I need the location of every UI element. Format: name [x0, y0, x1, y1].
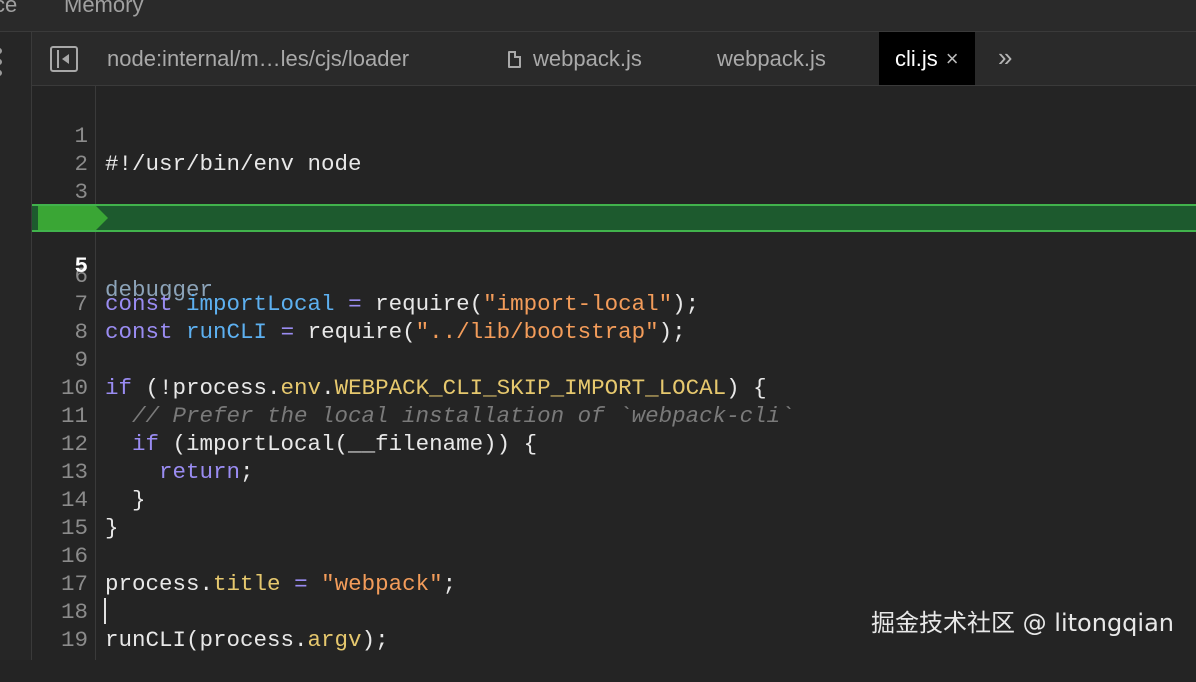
code-line: 17: [32, 542, 1196, 597]
code-line: 1 #!/usr/bin/env node: [32, 94, 1196, 177]
tab-label: webpack.js: [533, 46, 642, 71]
code-editor[interactable]: 1 #!/usr/bin/env node 2 3 "use strict"; …: [32, 86, 1196, 660]
editor-tab-bar: node:internal/m…les/cjs/loader webpack.j…: [32, 32, 1196, 86]
line-number[interactable]: 19: [32, 626, 88, 654]
code-line: 11 if (importLocal(__filename)) {: [32, 374, 1196, 457]
code-line: 15: [32, 486, 1196, 541]
line-code: runCLI(process.argv);: [105, 627, 389, 653]
code-line: 13 }: [32, 430, 1196, 513]
tab-label: cli.js: [895, 46, 938, 71]
code-line: 4: [32, 178, 1196, 233]
code-line: 6 const importLocal = require("import-lo…: [32, 234, 1196, 317]
panel-tab-partial[interactable]: ce: [0, 0, 17, 18]
code-line: 2: [32, 122, 1196, 177]
tab-webpack-js-2[interactable]: webpack.js: [717, 32, 826, 85]
tab-webpack-js-1[interactable]: webpack.js: [508, 32, 642, 85]
tab-overflow-icon[interactable]: »: [998, 32, 1012, 85]
breakpoint-marker[interactable]: [38, 206, 108, 230]
tab-loader[interactable]: node:internal/m…les/cjs/loader: [107, 32, 409, 85]
code-line: 14 }: [32, 458, 1196, 541]
tab-label: node:internal/m…les/cjs/loader: [107, 46, 410, 71]
line-number[interactable]: 5: [32, 254, 88, 278]
code-line: 3 "use strict";: [32, 150, 1196, 233]
left-rail: [0, 32, 32, 660]
panel-tab-memory[interactable]: Memory: [64, 0, 143, 18]
code-line: 16 process.title = "webpack";: [32, 514, 1196, 597]
code-line: 9 if (!process.env.WEBPACK_CLI_SKIP_IMPO…: [32, 318, 1196, 401]
code-line: 8: [32, 290, 1196, 345]
watermark: 掘金技术社区 @ litongqian: [871, 609, 1174, 637]
code-line: 18 runCLI(process.argv);: [32, 570, 1196, 653]
tab-label: webpack.js: [717, 46, 826, 71]
breakpoint-line: 5 debugger: [32, 204, 1196, 302]
text-caret: [104, 598, 106, 624]
code-line: 10 // Prefer the local installation of `…: [32, 346, 1196, 429]
drag-handle-icon[interactable]: [0, 48, 6, 81]
top-panel-strip: ce Memory: [0, 0, 1196, 32]
tab-cli-js[interactable]: cli.js ×: [879, 32, 975, 85]
file-icon: [508, 51, 521, 68]
code-line: 12 return;: [32, 402, 1196, 485]
toggle-navigator-icon[interactable]: [50, 46, 78, 72]
code-line: 7 const runCLI = require("../lib/bootstr…: [32, 262, 1196, 345]
close-icon[interactable]: ×: [946, 46, 959, 71]
